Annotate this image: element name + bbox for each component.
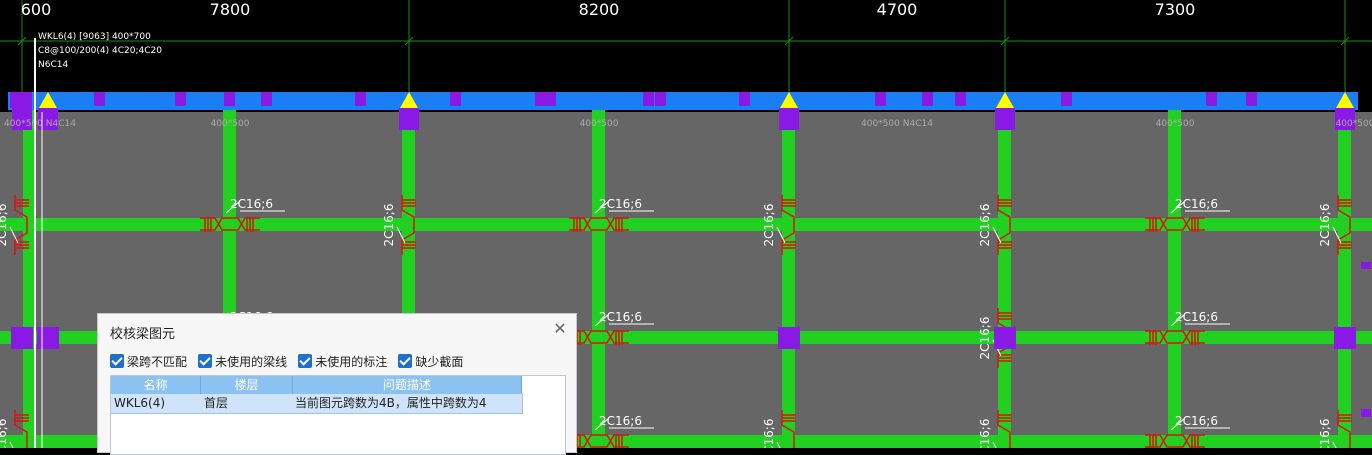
table-header: 名称 楼层 问题描述 bbox=[111, 376, 522, 394]
rebar-label: 2C16;6 bbox=[1318, 419, 1332, 448]
filter-label: 未使用的梁线 bbox=[215, 355, 288, 369]
vertical-beam[interactable] bbox=[782, 110, 795, 448]
beam-marker bbox=[655, 92, 666, 106]
beam-marker bbox=[261, 92, 272, 106]
beam-marker bbox=[1246, 92, 1257, 106]
beam-marker bbox=[1206, 92, 1217, 106]
filter-label: 梁跨不匹配 bbox=[127, 355, 188, 369]
rebar-label: 2C16;6 bbox=[978, 204, 992, 247]
column-header-floor[interactable]: 楼层 bbox=[201, 376, 293, 394]
dialog-title: 校核梁图元 bbox=[110, 327, 176, 342]
filter-unused-annotation[interactable]: 未使用的标注 bbox=[298, 353, 387, 370]
beam-marker bbox=[643, 92, 654, 106]
vertical-beam[interactable] bbox=[1338, 110, 1351, 448]
column-header-name[interactable]: 名称 bbox=[111, 376, 202, 394]
dimension-label: 4700 bbox=[877, 0, 918, 19]
column-marker[interactable] bbox=[994, 327, 1016, 349]
beam-marker bbox=[355, 92, 366, 106]
beam-marker bbox=[175, 92, 186, 106]
dimension-label: 8200 bbox=[579, 0, 620, 19]
rebar-label: 2C16;6 bbox=[1175, 310, 1218, 324]
annotation-line-1: WKL6(4) [9063] 400*700 bbox=[38, 32, 151, 42]
dimension-label: 600 bbox=[21, 0, 52, 19]
rebar-label: 2C16;6 bbox=[599, 414, 642, 428]
column-marker[interactable] bbox=[779, 108, 799, 130]
beam-marker bbox=[955, 92, 966, 106]
filter-label: 未使用的标注 bbox=[315, 355, 388, 369]
rebar-label: 2C16;6 bbox=[1175, 197, 1218, 211]
column-marker[interactable] bbox=[778, 327, 800, 349]
close-icon[interactable]: ✕ bbox=[551, 320, 569, 338]
rebar-label: 2C16;6 bbox=[230, 197, 273, 211]
rebar-label: 2C16;6 bbox=[599, 197, 642, 211]
rebar-label: 2C16;6 bbox=[599, 310, 642, 324]
beam-marker bbox=[1361, 409, 1371, 417]
column-header-description[interactable]: 问题描述 bbox=[293, 376, 522, 394]
cell-floor: 首层 bbox=[201, 394, 292, 413]
rebar-label: 2C16;6 bbox=[978, 419, 992, 448]
beam-size-label: 400*500 bbox=[1156, 119, 1195, 129]
beam-marker bbox=[922, 92, 933, 106]
rebar-label: 2C16;6 bbox=[0, 419, 9, 448]
vertical-beam[interactable] bbox=[1168, 110, 1181, 448]
rebar-label: 2C16;6 bbox=[762, 419, 776, 448]
checkbox-icon[interactable] bbox=[110, 354, 124, 368]
rebar-label: 2C16;6 bbox=[382, 204, 396, 247]
problem-table: 名称 楼层 问题描述 WKL6(4) 首层 当前图元跨数为4B，属性中跨数为4 bbox=[110, 375, 566, 455]
rebar-label: 2C16;6 bbox=[1175, 414, 1218, 428]
checkbox-icon[interactable] bbox=[298, 354, 313, 368]
dimension-label: 7300 bbox=[1155, 0, 1196, 19]
filter-span-mismatch[interactable]: 梁跨不匹配 bbox=[110, 353, 187, 370]
check-beam-dialog: 校核梁图元 ✕ 梁跨不匹配 未使用的梁线 未使用的标注 缺少截面 名称 楼层 问… bbox=[97, 313, 577, 455]
beam-marker bbox=[94, 92, 105, 106]
column-marker[interactable] bbox=[37, 327, 59, 349]
beam-size-label: 400*500 N4C14 bbox=[4, 119, 76, 129]
cell-name: WKL6(4) bbox=[111, 394, 201, 413]
checkbox-icon[interactable] bbox=[398, 354, 413, 368]
column-marker[interactable] bbox=[10, 92, 32, 108]
beam-size-label: 400*500 N4C14 bbox=[861, 119, 933, 129]
beam-size-label: 400*500 bbox=[580, 119, 619, 129]
filter-label: 缺少截面 bbox=[415, 355, 464, 369]
filter-bar: 梁跨不匹配 未使用的梁线 未使用的标注 缺少截面 bbox=[110, 351, 469, 370]
beam-size-label: 400*500 bbox=[211, 119, 250, 129]
beam-marker bbox=[535, 92, 546, 106]
checkbox-icon[interactable] bbox=[198, 354, 213, 368]
beam-marker bbox=[545, 92, 556, 106]
annotation-line-2: C8@100/200(4) 4C20;4C20 bbox=[38, 46, 162, 56]
rebar-label: 2C16;6 bbox=[1318, 204, 1332, 247]
column-marker[interactable] bbox=[1334, 327, 1356, 349]
beam-marker bbox=[739, 92, 750, 106]
column-marker[interactable] bbox=[399, 108, 419, 130]
table-row[interactable]: WKL6(4) 首层 当前图元跨数为4B，属性中跨数为4 bbox=[111, 394, 523, 414]
beam-marker bbox=[875, 92, 886, 106]
vertical-beam[interactable] bbox=[592, 110, 605, 448]
beam-marker bbox=[224, 92, 235, 106]
dimension-label: 7800 bbox=[210, 0, 251, 19]
beam-marker bbox=[450, 92, 461, 106]
column-marker[interactable] bbox=[11, 327, 33, 349]
selected-beam-wkl6[interactable] bbox=[8, 92, 1358, 110]
filter-missing-section[interactable]: 缺少截面 bbox=[398, 353, 463, 370]
annotation-line-3: N6C14 bbox=[38, 60, 68, 70]
rebar-label: 2C16;6 bbox=[762, 204, 776, 247]
beam-marker bbox=[1361, 262, 1371, 269]
beam-marker bbox=[1061, 92, 1072, 106]
column-marker[interactable] bbox=[995, 108, 1015, 130]
rebar-label: 2C16;6 bbox=[0, 204, 9, 247]
vertical-beam[interactable] bbox=[998, 110, 1011, 448]
rebar-label: 2C16;6 bbox=[978, 317, 992, 360]
filter-unused-beam-line[interactable]: 未使用的梁线 bbox=[198, 353, 287, 370]
cell-description: 当前图元跨数为4B，属性中跨数为4 bbox=[292, 394, 522, 413]
beam-size-label: 400*500 bbox=[1336, 119, 1372, 129]
